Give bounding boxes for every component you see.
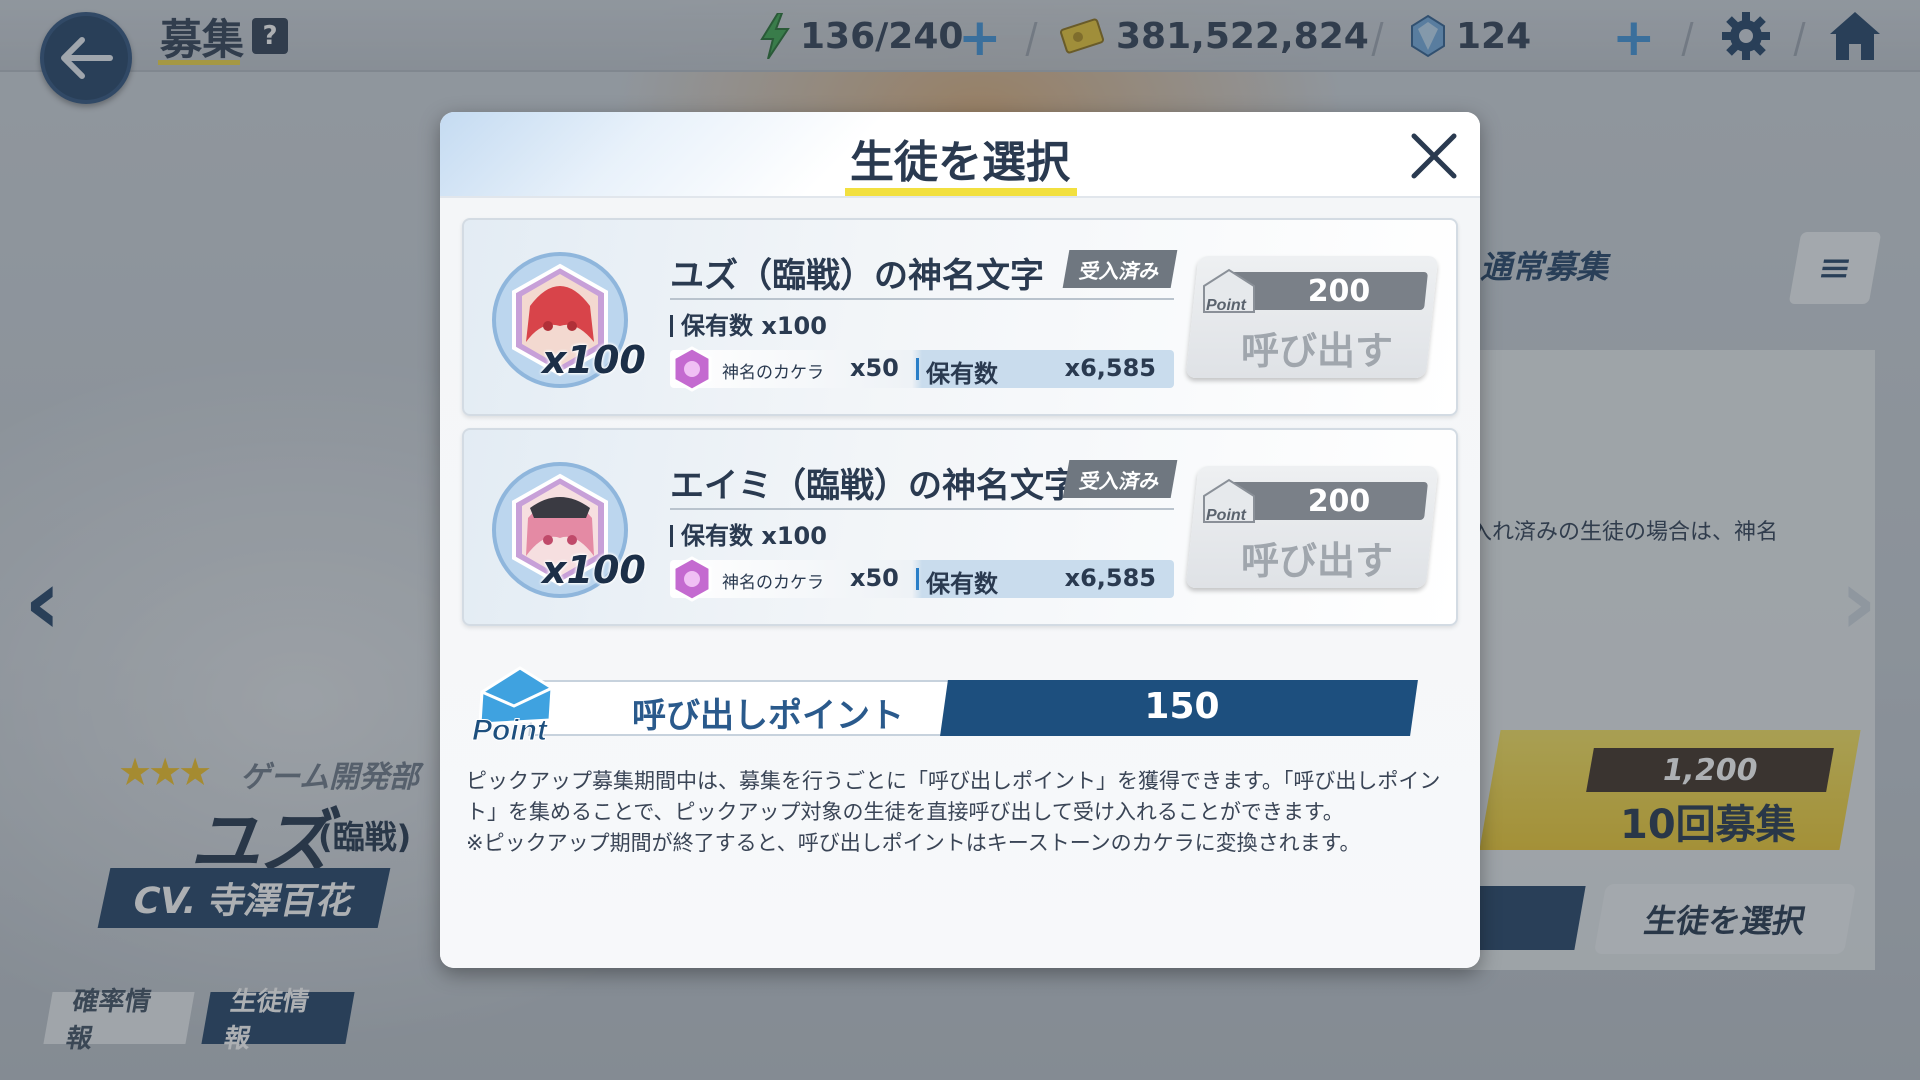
point-envelope-icon: Point [472,666,554,746]
owned-count: 保有数 x100 [670,306,827,341]
divider [670,508,1174,510]
call-cost: 200 [1307,274,1371,309]
dialog-title: 生徒を選択 [850,137,1070,188]
divider [916,568,919,590]
eleph-shard-icon [672,556,712,602]
point-icon-label: Point [1206,297,1247,314]
bullet-bar [670,315,673,337]
call-points-value: 150 [1144,686,1220,727]
point-envelope-icon: Point [1203,268,1255,314]
cost-row: 神名のカケラ x50 保有数 x6,585 [670,556,1174,602]
student-card: x100 ユズ（臨戦）の神名文字 受入済み 保有数 x100 神名のカケラ x5… [462,218,1458,416]
point-icon-label: Point [1206,507,1247,524]
owned-count: 保有数 x100 [670,516,827,551]
owned-count-text: 保有数 x100 [681,522,827,550]
held-value: x6,585 [1064,564,1156,592]
call-cost: 200 [1307,484,1371,519]
point-icon-label: Point [472,714,549,746]
held-label: 保有数 [926,360,998,388]
item-name: エイミ（臨戦）の神名文字 [670,466,1078,506]
description: ピックアップ募集期間中は、募集を行うごとに「呼び出しポイント」を獲得できます。「… [466,766,1456,859]
divider [916,358,919,380]
title-underline [845,188,1077,196]
portrait-quantity: x100 [542,548,646,592]
call-button-label: 呼び出す [1240,329,1393,373]
received-badge: 受入済み [1062,250,1178,288]
held-label: 保有数 [926,570,998,598]
cost-item-name: 神名のカケラ [722,363,824,383]
close-icon[interactable] [1406,128,1462,184]
point-envelope-icon: Point [1203,478,1255,524]
received-badge-text: 受入済み [1077,468,1162,493]
received-badge: 受入済み [1062,460,1178,498]
bullet-bar [670,525,673,547]
select-student-dialog: 生徒を選択 x100 ユズ（臨戦）の神名文字 受入済み 保有数 x100 神名の… [440,112,1480,968]
cost-amount: x50 [850,564,899,592]
eleph-shard-icon [672,346,712,392]
held-value: x6,585 [1064,354,1156,382]
call-points-bar: 呼び出しポイント 150 Point [462,666,1462,746]
cost-row: 神名のカケラ x50 保有数 x6,585 [670,346,1174,392]
student-card: x100 エイミ（臨戦）の神名文字 受入済み 保有数 x100 神名のカケラ x… [462,428,1458,626]
received-badge-text: 受入済み [1077,258,1162,283]
dialog-header: 生徒を選択 [440,112,1480,198]
description-text: ピックアップ募集期間中は、募集を行うごとに「呼び出しポイント」を獲得できます。「… [466,769,1441,824]
call-button-label: 呼び出す [1240,539,1393,583]
cost-amount: x50 [850,354,899,382]
call-points-label: 呼び出しポイント [632,696,904,736]
portrait-quantity: x100 [542,338,646,382]
dialog-body: x100 ユズ（臨戦）の神名文字 受入済み 保有数 x100 神名のカケラ x5… [440,198,1480,968]
cost-item-name: 神名のカケラ [722,573,824,593]
item-name: ユズ（臨戦）の神名文字 [670,256,1044,296]
description-note: ※ピックアップ期間が終了すると、呼び出しポイントはキーストーンのカケラに変換され… [466,831,1361,855]
owned-count-text: 保有数 x100 [681,312,827,340]
divider [670,298,1174,300]
